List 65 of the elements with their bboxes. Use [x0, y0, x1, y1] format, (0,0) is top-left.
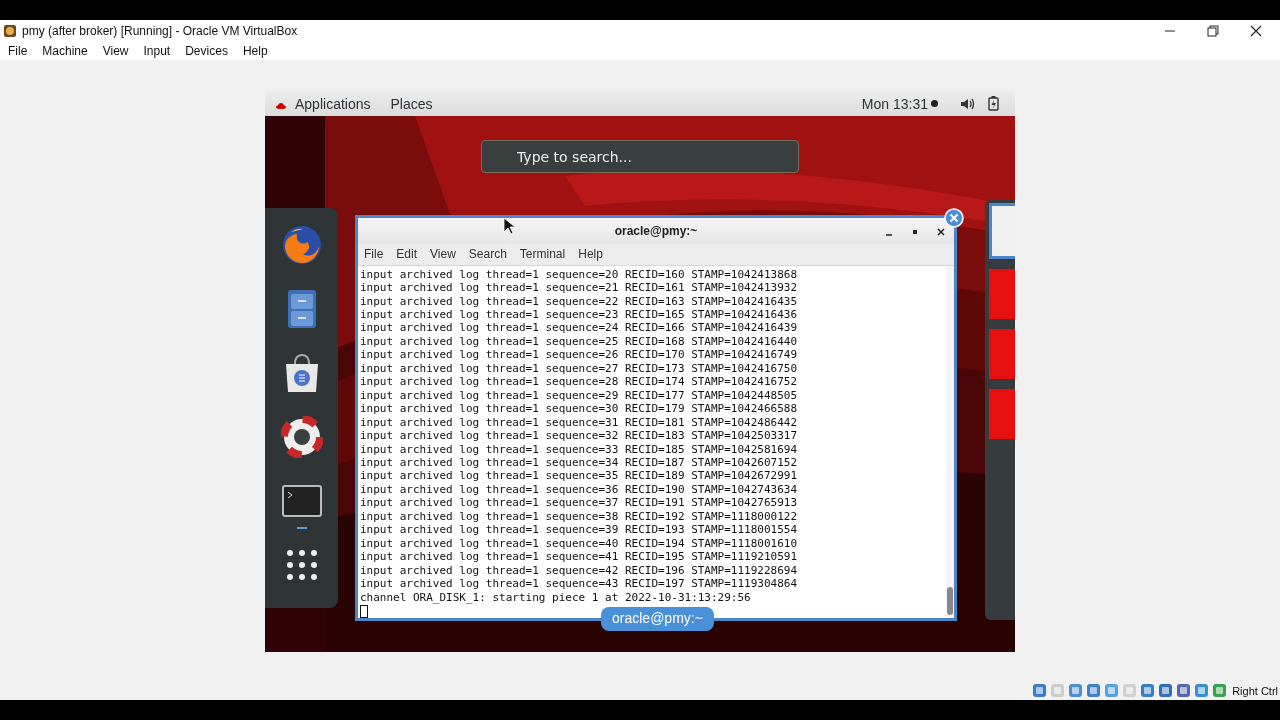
menu-item[interactable]: File [364, 247, 384, 262]
terminal-line: input archived log thread=1 sequence=40 RECID=194 STAMP=1118001610 [360, 536, 799, 551]
host-key-label: Right Ctrl [1232, 684, 1278, 697]
terminal-line: input archived log thread=1 sequence=33 RECID=185 STAMP=1042581694 [360, 442, 799, 456]
terminal-line: input archived log thread=1 sequence=24 RECID=166 STAMP=1042416439 [360, 321, 799, 335]
terminal-line: input archived log thread=1 sequence=32 RECID=183 STAMP=1042503317 [360, 429, 799, 443]
terminal-line: input archived log thread=1 sequence=23 RECID=165 STAMP=1042416436 [360, 308, 799, 322]
terminal-line: input archived log thread=1 sequence=37 RECID=191 STAMP=1042765913 [360, 496, 799, 510]
terminal-line: input archived log thread=1 sequence=20 RECID=160 STAMP=1042413868 [360, 267, 799, 282]
scrollbar-thumb[interactable] [947, 587, 953, 615]
terminal-line: input archived log thread=1 sequence=25 RECID=168 STAMP=1042416440 [360, 334, 799, 349]
menu-item[interactable]: File [8, 44, 28, 58]
menu-item[interactable]: Machine [42, 44, 88, 58]
restore-icon[interactable] [1206, 24, 1220, 38]
menu-item[interactable]: View [102, 44, 129, 58]
menu-item[interactable]: Input [143, 44, 171, 58]
terminal-line: input archived log thread=1 sequence=31 RECID=181 STAMP=1042486442 [360, 415, 799, 430]
terminal-line: input archived log thread=1 sequence=22 RECID=163 STAMP=1042416435 [360, 294, 799, 309]
terminal-line: input archived log thread=1 sequence=41 RECID=195 STAMP=1119210591 [360, 550, 799, 564]
terminal-line: input archived log thread=1 sequence=21 RECID=161 STAMP=1042413932 [360, 281, 799, 295]
browser-globe-icon[interactable] [280, 224, 323, 266]
terminal-line: input archived log thread=1 sequence=35 RECID=189 STAMP=1042672991 [360, 469, 799, 483]
terminal-line: input archived log thread=1 sequence=36 RECID=190 STAMP=1042743634 [360, 482, 799, 497]
terminal-line: input archived log thread=1 sequence=30 RECID=179 STAMP=1042466588 [360, 402, 799, 416]
terminal-line: channel ORA_DISK_1: starting piece 1 at 2022-10-31:13:29:56 [360, 590, 752, 604]
menu-item[interactable]: View [430, 247, 456, 262]
device-status-icon[interactable] [1140, 683, 1156, 698]
menu-item[interactable]: Help [578, 247, 603, 262]
text-cursor [360, 605, 368, 618]
device-status-icon[interactable] [1104, 683, 1120, 698]
window-label: oracle@pmy:~ [601, 607, 714, 631]
terminal-line: input archived log thread=1 sequence=43 RECID=197 STAMP=1119304864 [360, 577, 799, 591]
terminal-line: input archived log thread=1 sequence=27 RECID=173 STAMP=1042416750 [360, 361, 799, 376]
device-status-icon[interactable] [1032, 683, 1048, 698]
device-status-icon[interactable] [1194, 683, 1210, 698]
lifebuoy-icon[interactable] [280, 416, 323, 458]
close-icon[interactable] [1249, 24, 1263, 38]
device-status-icon[interactable] [1086, 683, 1102, 698]
device-status-icon[interactable] [1212, 683, 1228, 698]
search-field[interactable]: Type to search... [481, 140, 799, 173]
device-status-icon[interactable] [1158, 683, 1174, 698]
notification-dot-icon [931, 100, 938, 107]
terminal-line: input archived log thread=1 sequence=38 RECID=192 STAMP=1118000122 [360, 509, 799, 524]
terminal-line: input archived log thread=1 sequence=28 RECID=174 STAMP=1042416752 [360, 375, 799, 389]
menu-item[interactable]: Help [242, 44, 268, 58]
volume-icon [960, 96, 974, 111]
top-bar-menu[interactable]: Applications [295, 95, 371, 112]
terminal-line: input archived log thread=1 sequence=34 RECID=187 STAMP=1042607152 [360, 456, 799, 470]
terminal-line: input archived log thread=1 sequence=42 RECID=196 STAMP=1119228694 [360, 563, 799, 578]
clock[interactable]: Mon 13:31 [861, 95, 928, 112]
device-status-icon[interactable] [1176, 683, 1192, 698]
menu-item[interactable]: Edit [396, 247, 418, 262]
menu-item[interactable]: Terminal [519, 247, 566, 262]
close-icon[interactable] [936, 227, 946, 237]
app-icon [3, 24, 17, 38]
top-bar-menu[interactable]: Places [390, 95, 433, 112]
terminal-line: input archived log thread=1 sequence=26 RECID=170 STAMP=1042416749 [360, 348, 799, 362]
menu-item[interactable]: Search [468, 247, 507, 262]
battery-icon [988, 96, 999, 111]
terminal-line: input archived log thread=1 sequence=39 RECID=193 STAMP=1118001554 [360, 523, 799, 537]
terminal-title: oracle@pmy:~ [614, 223, 698, 238]
terminal-line: input archived log thread=1 sequence=29 RECID=177 STAMP=1042448505 [360, 388, 799, 403]
device-status-icon[interactable] [1068, 683, 1084, 698]
menu-item[interactable]: Devices [185, 44, 228, 58]
window-title: pmy (after broker) [Running] - Oracle VM VirtualBox [22, 24, 299, 38]
